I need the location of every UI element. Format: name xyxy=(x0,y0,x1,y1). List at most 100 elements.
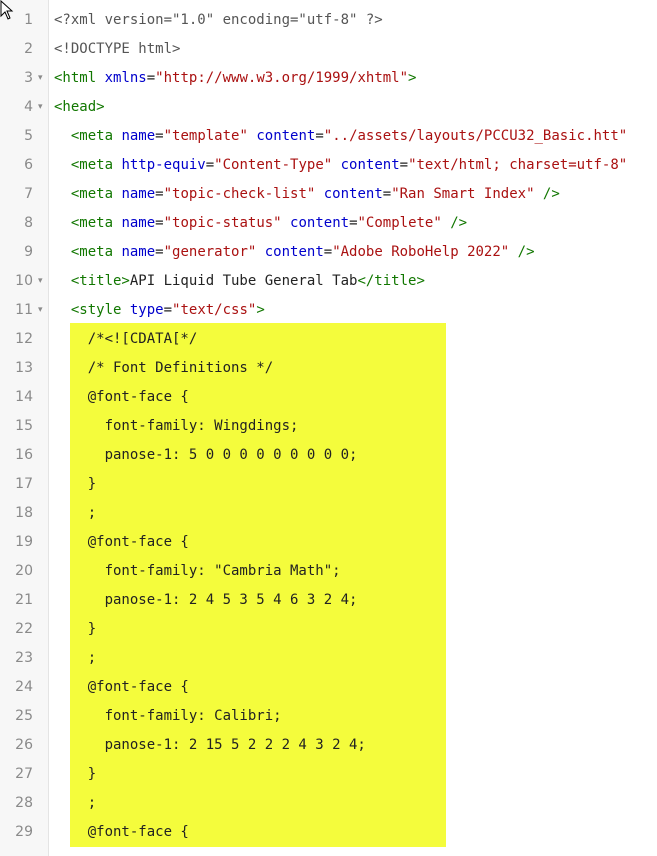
code-text: <meta name="topic-check-list" content="R… xyxy=(54,180,560,209)
code-token: <?xml version="1.0" encoding="utf-8" ?> xyxy=(54,12,383,28)
code-token: content xyxy=(332,157,400,173)
code-line[interactable]: 28 ; xyxy=(0,789,657,818)
code-line[interactable]: 2 <!DOCTYPE html> xyxy=(0,35,657,64)
code-line[interactable]: 15 font-family: Wingdings; xyxy=(0,412,657,441)
code-line[interactable]: 11 ▾ <style type="text/css"> xyxy=(0,296,657,325)
code-line[interactable]: 6 <meta http-equiv="Content-Type" conten… xyxy=(0,151,657,180)
code-line[interactable]: 27 } xyxy=(0,760,657,789)
line-number: 24 xyxy=(15,679,33,695)
code-line[interactable]: 14 @font-face { xyxy=(0,383,657,412)
code-text: <title>API Liquid Tube General Tab</titl… xyxy=(54,267,425,296)
code-token: /> xyxy=(509,244,535,260)
line-number: 12 xyxy=(15,331,33,347)
code-token: "generator" xyxy=(163,244,257,260)
code-token: xmlns xyxy=(96,70,147,86)
code-editor[interactable]: 1 <?xml version="1.0" encoding="utf-8" ?>… xyxy=(0,0,657,856)
code-text: <style type="text/css"> xyxy=(54,296,265,325)
code-token: = xyxy=(315,128,324,144)
code-line[interactable]: 17 } xyxy=(0,470,657,499)
code-token: <meta xyxy=(54,157,114,173)
code-line[interactable]: 8 <meta name="topic-status" content="Com… xyxy=(0,209,657,238)
code-line[interactable]: 3 ▾ <html xmlns="http://www.w3.org/1999/xh… xyxy=(0,64,657,93)
code-line[interactable]: 10 ▾ <title>API Liquid Tube General Tab</… xyxy=(0,267,657,296)
code-line[interactable]: 21 panose-1: 2 4 5 3 5 4 6 3 2 4; xyxy=(0,586,657,615)
code-token: <meta xyxy=(54,215,114,231)
code-token: name xyxy=(113,244,156,260)
caret-down-icon[interactable]: ▾ xyxy=(38,267,43,296)
code-token: = xyxy=(323,244,333,260)
code-token: <meta xyxy=(54,244,114,260)
code-text: <?xml version="1.0" encoding="utf-8" ?> xyxy=(54,6,383,35)
code-line[interactable]: 19 @font-face { xyxy=(0,528,657,557)
code-token: </title> xyxy=(357,273,425,289)
code-token: <head> xyxy=(54,99,105,115)
line-number: 6 xyxy=(24,157,33,173)
line-number: 18 xyxy=(15,505,33,521)
code-text: <head> xyxy=(54,93,105,122)
caret-down-icon[interactable]: ▾ xyxy=(38,93,43,122)
code-token: "text/html; charset=utf-8" xyxy=(408,157,628,173)
code-token: "text/css" xyxy=(172,302,257,318)
code-line[interactable]: 13 /* Font Definitions */ xyxy=(0,354,657,383)
code-token: name xyxy=(113,215,156,231)
code-text: @font-face { xyxy=(54,818,189,847)
code-line[interactable]: 26 panose-1: 2 15 5 2 2 2 4 3 2 4; xyxy=(0,731,657,760)
line-number: 20 xyxy=(15,563,33,579)
code-token: panose-1: 2 4 5 3 5 4 6 3 2 4; xyxy=(54,592,358,608)
line-number: 16 xyxy=(15,447,33,463)
line-number: 5 xyxy=(24,128,33,144)
code-token: = xyxy=(382,186,392,202)
code-text: ; xyxy=(54,644,96,673)
code-token: "template" xyxy=(163,128,248,144)
caret-down-icon[interactable]: ▾ xyxy=(38,64,43,93)
code-token: /* Font Definitions */ xyxy=(54,360,274,376)
code-token: <!DOCTYPE html> xyxy=(54,41,181,57)
line-number: 17 xyxy=(15,476,33,492)
code-token: type xyxy=(121,302,164,318)
code-token: @font-face { xyxy=(54,679,189,695)
code-text: @font-face { xyxy=(54,528,189,557)
code-line[interactable]: 25 font-family: Calibri; xyxy=(0,702,657,731)
code-token: panose-1: 2 15 5 2 2 2 4 3 2 4; xyxy=(54,737,366,753)
code-token: > xyxy=(408,70,417,86)
code-text: ; xyxy=(54,499,96,528)
line-number: 3 xyxy=(24,70,33,86)
code-line[interactable]: 22 } xyxy=(0,615,657,644)
code-token: <meta xyxy=(54,128,114,144)
code-text: /*<![CDATA[*/ xyxy=(54,325,198,354)
code-token: = xyxy=(163,302,173,318)
code-line[interactable]: 7 <meta name="topic-check-list" content=… xyxy=(0,180,657,209)
code-line[interactable]: 16 panose-1: 5 0 0 0 0 0 0 0 0 0; xyxy=(0,441,657,470)
line-number: 15 xyxy=(15,418,33,434)
code-token: http-equiv xyxy=(113,157,206,173)
code-token: content xyxy=(315,186,383,202)
code-line[interactable]: 9 <meta name="generator" content="Adobe … xyxy=(0,238,657,267)
code-text: <meta name="generator" content="Adobe Ro… xyxy=(54,238,535,267)
code-line[interactable]: 24 @font-face { xyxy=(0,673,657,702)
code-token: } xyxy=(54,621,97,637)
code-line[interactable]: 5 <meta name="template" content="../asse… xyxy=(0,122,657,151)
code-line[interactable]: 23 ; xyxy=(0,644,657,673)
code-lines[interactable]: 1 <?xml version="1.0" encoding="utf-8" ?>… xyxy=(0,6,657,847)
code-line[interactable]: 18 ; xyxy=(0,499,657,528)
code-token: <style xyxy=(54,302,122,318)
code-token: "Complete" xyxy=(357,215,442,231)
code-text: <html xmlns="http://www.w3.org/1999/xhtm… xyxy=(54,64,416,93)
code-line[interactable]: 4 ▾ <head> xyxy=(0,93,657,122)
code-text: font-family: "Cambria Math"; xyxy=(54,557,341,586)
code-text: } xyxy=(54,760,96,789)
code-line[interactable]: 1 <?xml version="1.0" encoding="utf-8" ?> xyxy=(0,6,657,35)
code-text: panose-1: 5 0 0 0 0 0 0 0 0 0; xyxy=(54,441,358,470)
code-token: <title> xyxy=(54,273,130,289)
code-token: = xyxy=(155,215,164,231)
code-token: font-family: Wingdings; xyxy=(54,418,299,434)
caret-down-icon[interactable]: ▾ xyxy=(38,296,43,325)
code-token: <meta xyxy=(54,186,114,202)
code-token: "../assets/layouts/PCCU32_Basic.htt" xyxy=(323,128,628,144)
code-line[interactable]: 12 /*<![CDATA[*/ xyxy=(0,325,657,354)
code-token: = xyxy=(155,186,164,202)
code-line[interactable]: 20 font-family: "Cambria Math"; xyxy=(0,557,657,586)
code-token: "topic-status" xyxy=(163,215,282,231)
line-number: 8 xyxy=(24,215,33,231)
code-line[interactable]: 29 @font-face { xyxy=(0,818,657,847)
